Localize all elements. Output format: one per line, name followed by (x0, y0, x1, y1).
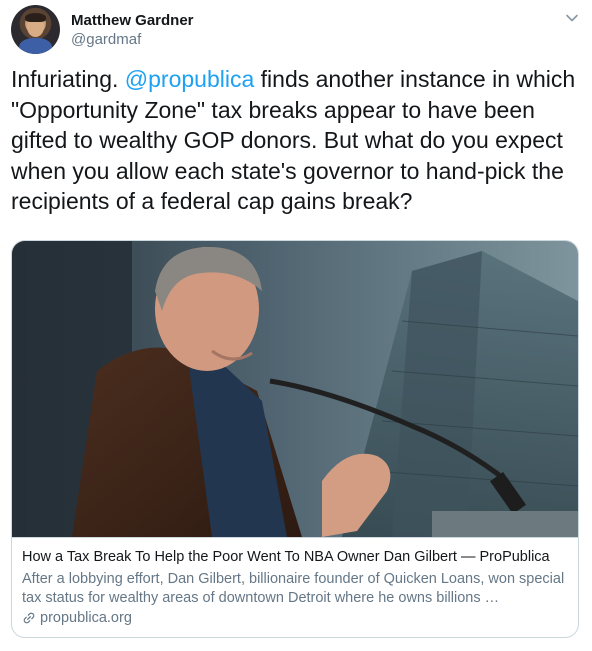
tweet: Matthew Gardner @gardmaf Infuriating. @p… (0, 0, 592, 651)
card-title[interactable]: How a Tax Break To Help the Poor Went To… (22, 549, 570, 565)
card-image (12, 241, 578, 537)
card-domain[interactable]: propublica.org (22, 610, 132, 626)
card-body: How a Tax Break To Help the Poor Went To… (12, 537, 578, 637)
avatar-hair (25, 13, 46, 22)
chevron-down-icon[interactable] (564, 11, 580, 25)
card-description: After a lobbying effort, Dan Gilbert, bi… (22, 571, 565, 606)
tweet-text: Infuriating. @propublica finds another i… (11, 64, 585, 217)
tweet-text-part-1: Infuriating. (11, 66, 125, 92)
author-handle[interactable]: @gardmaf (71, 31, 141, 48)
author-display-name[interactable]: Matthew Gardner (71, 12, 194, 29)
avatar[interactable] (11, 5, 60, 54)
avatar-shirt (19, 38, 52, 54)
mention-link[interactable]: @propublica (125, 66, 254, 92)
link-icon (23, 612, 35, 624)
link-card[interactable]: How a Tax Break To Help the Poor Went To… (11, 240, 579, 638)
card-domain-label: propublica.org (40, 610, 132, 626)
